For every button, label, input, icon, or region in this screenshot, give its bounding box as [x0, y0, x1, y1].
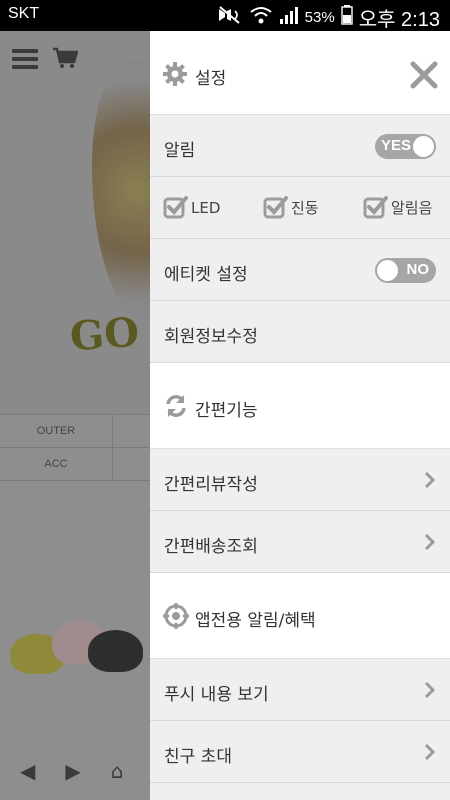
notification-toggle[interactable]: YES [375, 134, 436, 159]
table-cell[interactable]: OUTER [0, 415, 113, 447]
forward-arrow-icon[interactable]: ▶ [65, 759, 80, 783]
member-edit-label: 회원정보수정 [164, 327, 258, 347]
toggle-state-label: YES [381, 137, 412, 154]
bottom-nav: ◀ ▶ ⌂ [0, 741, 150, 800]
clock: 오후 2:13 [358, 9, 440, 31]
checkbox-checked-icon [163, 195, 189, 221]
toggle-state-label: NO [406, 261, 430, 278]
notification-row: 알림 YES [150, 115, 450, 177]
app-section-header: 앱전용 알림/혜택 [150, 573, 450, 659]
close-icon[interactable] [410, 61, 438, 89]
checkbox-label: 알림음 [391, 199, 433, 217]
carrier-label: SKT [8, 5, 40, 22]
app-section-title: 앱전용 알림/혜택 [195, 611, 316, 631]
quick-section-title: 간편기능 [195, 401, 258, 421]
etiquette-toggle[interactable]: NO [375, 258, 436, 283]
hero-banner: GO [0, 31, 150, 414]
target-icon [163, 603, 189, 629]
chevron-right-icon [424, 681, 436, 699]
menu-item-label: 간편리뷰작성 [164, 475, 258, 495]
table-cell[interactable] [113, 448, 150, 480]
settings-drawer: 설정 알림 YES LED 진동 알림음 에티켓 설정 NO 회원정보수정 간편… [150, 31, 450, 800]
refresh-icon [163, 393, 189, 419]
flame-artwork [92, 61, 150, 321]
checkbox-checked-icon [363, 195, 389, 221]
chevron-right-icon [424, 471, 436, 489]
etiquette-label: 에티켓 설정 [164, 265, 248, 285]
status-bar: SKT 53% 오후 2:13 [0, 0, 450, 31]
signal-icon [279, 5, 299, 30]
menu-item-push-view[interactable]: 푸시 내용 보기 [150, 659, 450, 721]
menu-item-quick-delivery[interactable]: 간편배송조회 [150, 511, 450, 573]
checkbox-label: LED [191, 198, 221, 217]
chevron-right-icon [424, 743, 436, 761]
member-edit-row[interactable]: 회원정보수정 [150, 301, 450, 363]
toggle-knob [377, 260, 398, 281]
category-table: OUTER ACC [0, 414, 150, 481]
back-arrow-icon[interactable]: ◀ [20, 759, 35, 783]
wifi-icon [249, 5, 273, 30]
drawer-title: 설정 [195, 69, 227, 89]
toggle-knob [413, 136, 434, 157]
menu-item-invite-friend[interactable]: 친구 초대 [150, 721, 450, 783]
etiquette-row: 에티켓 설정 NO [150, 239, 450, 301]
checkbox-sound[interactable]: 알림음 [350, 177, 450, 238]
drawer-header: 설정 [150, 31, 450, 115]
menu-item-label: 푸시 내용 보기 [164, 685, 269, 705]
background-page: GO OUTER ACC ◀ ▶ ⌂ [0, 31, 150, 800]
notification-options: LED 진동 알림음 [150, 177, 450, 239]
battery-percent: 53% [304, 9, 335, 26]
checkbox-checked-icon [263, 195, 289, 221]
checkbox-label: 진동 [291, 199, 319, 217]
menu-item-label: 친구 초대 [164, 747, 232, 767]
product-image[interactable] [10, 616, 150, 696]
table-row[interactable]: ACC [0, 448, 150, 481]
brand-logo: GO [68, 308, 141, 361]
mute-icon [217, 5, 243, 30]
home-icon[interactable]: ⌂ [111, 759, 124, 783]
battery-icon [341, 5, 353, 30]
cart-icon[interactable] [52, 47, 79, 75]
table-row[interactable]: OUTER [0, 415, 150, 448]
checkbox-led[interactable]: LED [150, 177, 250, 238]
quick-section-header: 간편기능 [150, 363, 450, 449]
menu-item-quick-review[interactable]: 간편리뷰작성 [150, 449, 450, 511]
table-cell[interactable] [113, 415, 150, 447]
hamburger-icon[interactable] [12, 49, 38, 69]
checkbox-vibration[interactable]: 진동 [250, 177, 350, 238]
chevron-right-icon [424, 533, 436, 551]
menu-item-label: 간편배송조회 [164, 537, 258, 557]
notification-label: 알림 [164, 141, 196, 161]
gear-icon [163, 62, 187, 86]
table-cell[interactable]: ACC [0, 448, 113, 480]
